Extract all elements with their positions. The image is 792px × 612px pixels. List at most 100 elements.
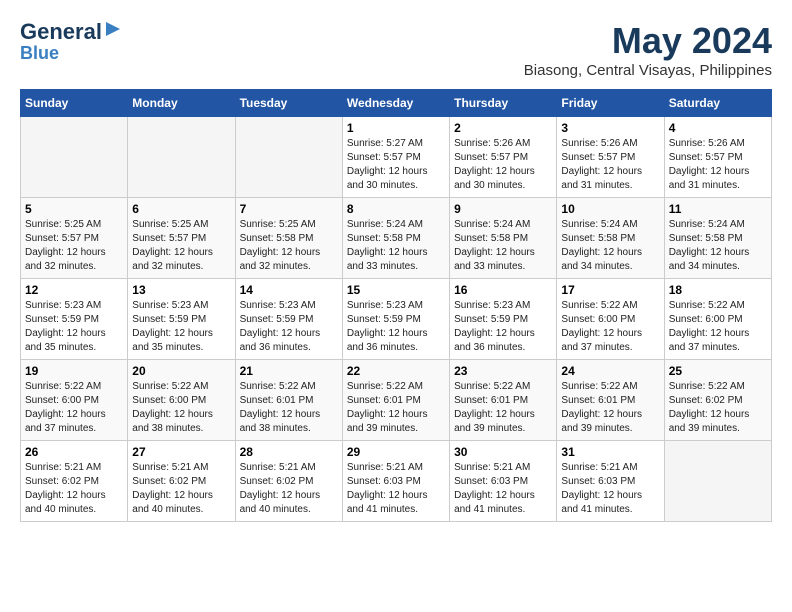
- calendar-cell: 8Sunrise: 5:24 AM Sunset: 5:58 PM Daylig…: [342, 198, 449, 279]
- calendar-week-4: 19 Sunrise: 5:22 AM Sunset: 6:00 PM Dayli…: [21, 360, 772, 441]
- day-info: Sunrise: 5:25 AM Sunset: 5:57 PM Dayligh…: [132, 218, 230, 274]
- weekday-header-saturday: Saturday: [664, 90, 771, 117]
- day-info: Sunrise: 5:22 AM Sunset: 6:00 PM Dayligh…: [25, 380, 123, 436]
- calendar-cell: 25 Sunrise: 5:22 AM Sunset: 6:02 PM Dayli…: [664, 360, 771, 441]
- calendar-week-2: 5 Sunrise: 5:25 AM Sunset: 5:57 PM Daylig…: [21, 198, 772, 279]
- day-number: 2: [454, 121, 552, 135]
- logo-blue: Blue: [20, 43, 59, 64]
- calendar-cell: 28Sunrise: 5:21 AM Sunset: 6:02 PM Dayli…: [235, 441, 342, 522]
- calendar-header-row: SundayMondayTuesdayWednesdayThursdayFrid…: [21, 90, 772, 117]
- logo-arrow-icon: [104, 20, 122, 38]
- calendar-cell: 11Sunrise: 5:24 AM Sunset: 5:58 PM Dayli…: [664, 198, 771, 279]
- weekday-header-wednesday: Wednesday: [342, 90, 449, 117]
- calendar-cell: 13 Sunrise: 5:23 AM Sunset: 5:59 PM Dayli…: [128, 279, 235, 360]
- calendar-cell: [128, 117, 235, 198]
- calendar-cell: 17Sunrise: 5:22 AM Sunset: 6:00 PM Dayli…: [557, 279, 664, 360]
- calendar-cell: 18 Sunrise: 5:22 AM Sunset: 6:00 PM Dayli…: [664, 279, 771, 360]
- calendar-cell: 29 Sunrise: 5:21 AM Sunset: 6:03 PM Dayli…: [342, 441, 449, 522]
- calendar-cell: 16 Sunrise: 5:23 AM Sunset: 5:59 PM Dayli…: [450, 279, 557, 360]
- day-number: 22: [347, 364, 445, 378]
- day-info: Sunrise: 5:24 AM Sunset: 5:58 PM Dayligh…: [669, 218, 767, 274]
- day-info: Sunrise: 5:22 AM Sunset: 6:01 PM Dayligh…: [240, 380, 338, 436]
- day-info: Sunrise: 5:22 AM Sunset: 6:01 PM Dayligh…: [561, 380, 659, 436]
- calendar-cell: [235, 117, 342, 198]
- day-info: Sunrise: 5:26 AM Sunset: 5:57 PM Dayligh…: [669, 137, 767, 193]
- calendar-cell: [664, 441, 771, 522]
- day-number: 24: [561, 364, 659, 378]
- title-block: May 2024 Biasong, Central Visayas, Phili…: [524, 20, 772, 79]
- day-info: Sunrise: 5:21 AM Sunset: 6:03 PM Dayligh…: [561, 461, 659, 517]
- day-info: Sunrise: 5:23 AM Sunset: 5:59 PM Dayligh…: [454, 299, 552, 355]
- logo: General Blue: [20, 20, 122, 64]
- calendar-cell: 26 Sunrise: 5:21 AM Sunset: 6:02 PM Dayli…: [21, 441, 128, 522]
- day-number: 17: [561, 283, 659, 297]
- day-number: 16: [454, 283, 552, 297]
- calendar-cell: 19 Sunrise: 5:22 AM Sunset: 6:00 PM Dayli…: [21, 360, 128, 441]
- day-number: 21: [240, 364, 338, 378]
- day-number: 9: [454, 202, 552, 216]
- month-title: May 2024: [524, 20, 772, 62]
- day-number: 18: [669, 283, 767, 297]
- weekday-header-friday: Friday: [557, 90, 664, 117]
- calendar-week-3: 12 Sunrise: 5:23 AM Sunset: 5:59 PM Dayli…: [21, 279, 772, 360]
- day-number: 12: [25, 283, 123, 297]
- day-number: 13: [132, 283, 230, 297]
- location: Biasong, Central Visayas, Philippines: [524, 62, 772, 79]
- day-number: 29: [347, 445, 445, 459]
- calendar-cell: 3 Sunrise: 5:26 AM Sunset: 5:57 PM Daylig…: [557, 117, 664, 198]
- weekday-header-sunday: Sunday: [21, 90, 128, 117]
- day-info: Sunrise: 5:25 AM Sunset: 5:57 PM Dayligh…: [25, 218, 123, 274]
- calendar-cell: 22 Sunrise: 5:22 AM Sunset: 6:01 PM Dayli…: [342, 360, 449, 441]
- day-number: 3: [561, 121, 659, 135]
- day-info: Sunrise: 5:21 AM Sunset: 6:02 PM Dayligh…: [132, 461, 230, 517]
- day-number: 4: [669, 121, 767, 135]
- day-number: 19: [25, 364, 123, 378]
- day-info: Sunrise: 5:22 AM Sunset: 6:00 PM Dayligh…: [132, 380, 230, 436]
- day-number: 25: [669, 364, 767, 378]
- weekday-header-thursday: Thursday: [450, 90, 557, 117]
- day-number: 26: [25, 445, 123, 459]
- calendar-body: 1Sunrise: 5:27 AM Sunset: 5:57 PM Daylig…: [21, 117, 772, 522]
- day-number: 23: [454, 364, 552, 378]
- day-number: 8: [347, 202, 445, 216]
- day-info: Sunrise: 5:25 AM Sunset: 5:58 PM Dayligh…: [240, 218, 338, 274]
- day-info: Sunrise: 5:21 AM Sunset: 6:03 PM Dayligh…: [347, 461, 445, 517]
- calendar-cell: 9Sunrise: 5:24 AM Sunset: 5:58 PM Daylig…: [450, 198, 557, 279]
- calendar-cell: 27Sunrise: 5:21 AM Sunset: 6:02 PM Dayli…: [128, 441, 235, 522]
- day-info: Sunrise: 5:21 AM Sunset: 6:02 PM Dayligh…: [25, 461, 123, 517]
- calendar-cell: 6 Sunrise: 5:25 AM Sunset: 5:57 PM Daylig…: [128, 198, 235, 279]
- day-number: 20: [132, 364, 230, 378]
- page-header: General Blue May 2024 Biasong, Central V…: [20, 20, 772, 79]
- day-info: Sunrise: 5:26 AM Sunset: 5:57 PM Dayligh…: [454, 137, 552, 193]
- calendar-cell: 23Sunrise: 5:22 AM Sunset: 6:01 PM Dayli…: [450, 360, 557, 441]
- calendar-cell: 15 Sunrise: 5:23 AM Sunset: 5:59 PM Dayli…: [342, 279, 449, 360]
- day-info: Sunrise: 5:23 AM Sunset: 5:59 PM Dayligh…: [132, 299, 230, 355]
- day-number: 6: [132, 202, 230, 216]
- calendar-cell: 14Sunrise: 5:23 AM Sunset: 5:59 PM Dayli…: [235, 279, 342, 360]
- calendar-cell: 4 Sunrise: 5:26 AM Sunset: 5:57 PM Daylig…: [664, 117, 771, 198]
- day-info: Sunrise: 5:24 AM Sunset: 5:58 PM Dayligh…: [561, 218, 659, 274]
- day-info: Sunrise: 5:23 AM Sunset: 5:59 PM Dayligh…: [25, 299, 123, 355]
- day-number: 10: [561, 202, 659, 216]
- day-number: 30: [454, 445, 552, 459]
- calendar-week-5: 26 Sunrise: 5:21 AM Sunset: 6:02 PM Dayli…: [21, 441, 772, 522]
- calendar-cell: 2 Sunrise: 5:26 AM Sunset: 5:57 PM Daylig…: [450, 117, 557, 198]
- calendar-cell: 1Sunrise: 5:27 AM Sunset: 5:57 PM Daylig…: [342, 117, 449, 198]
- day-info: Sunrise: 5:23 AM Sunset: 5:59 PM Dayligh…: [347, 299, 445, 355]
- day-info: Sunrise: 5:22 AM Sunset: 6:01 PM Dayligh…: [347, 380, 445, 436]
- calendar-table: SundayMondayTuesdayWednesdayThursdayFrid…: [20, 89, 772, 522]
- day-info: Sunrise: 5:22 AM Sunset: 6:00 PM Dayligh…: [669, 299, 767, 355]
- calendar-cell: 5 Sunrise: 5:25 AM Sunset: 5:57 PM Daylig…: [21, 198, 128, 279]
- day-info: Sunrise: 5:22 AM Sunset: 6:02 PM Dayligh…: [669, 380, 767, 436]
- day-number: 28: [240, 445, 338, 459]
- day-number: 5: [25, 202, 123, 216]
- day-info: Sunrise: 5:21 AM Sunset: 6:03 PM Dayligh…: [454, 461, 552, 517]
- calendar-cell: 12 Sunrise: 5:23 AM Sunset: 5:59 PM Dayli…: [21, 279, 128, 360]
- day-info: Sunrise: 5:26 AM Sunset: 5:57 PM Dayligh…: [561, 137, 659, 193]
- weekday-header-tuesday: Tuesday: [235, 90, 342, 117]
- day-number: 15: [347, 283, 445, 297]
- day-number: 14: [240, 283, 338, 297]
- calendar-cell: [21, 117, 128, 198]
- calendar-cell: 7Sunrise: 5:25 AM Sunset: 5:58 PM Daylig…: [235, 198, 342, 279]
- day-number: 31: [561, 445, 659, 459]
